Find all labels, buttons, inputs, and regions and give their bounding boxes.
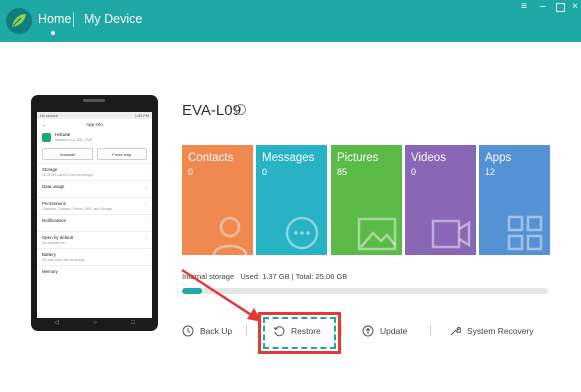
highlight-dashed-box [263,317,336,349]
